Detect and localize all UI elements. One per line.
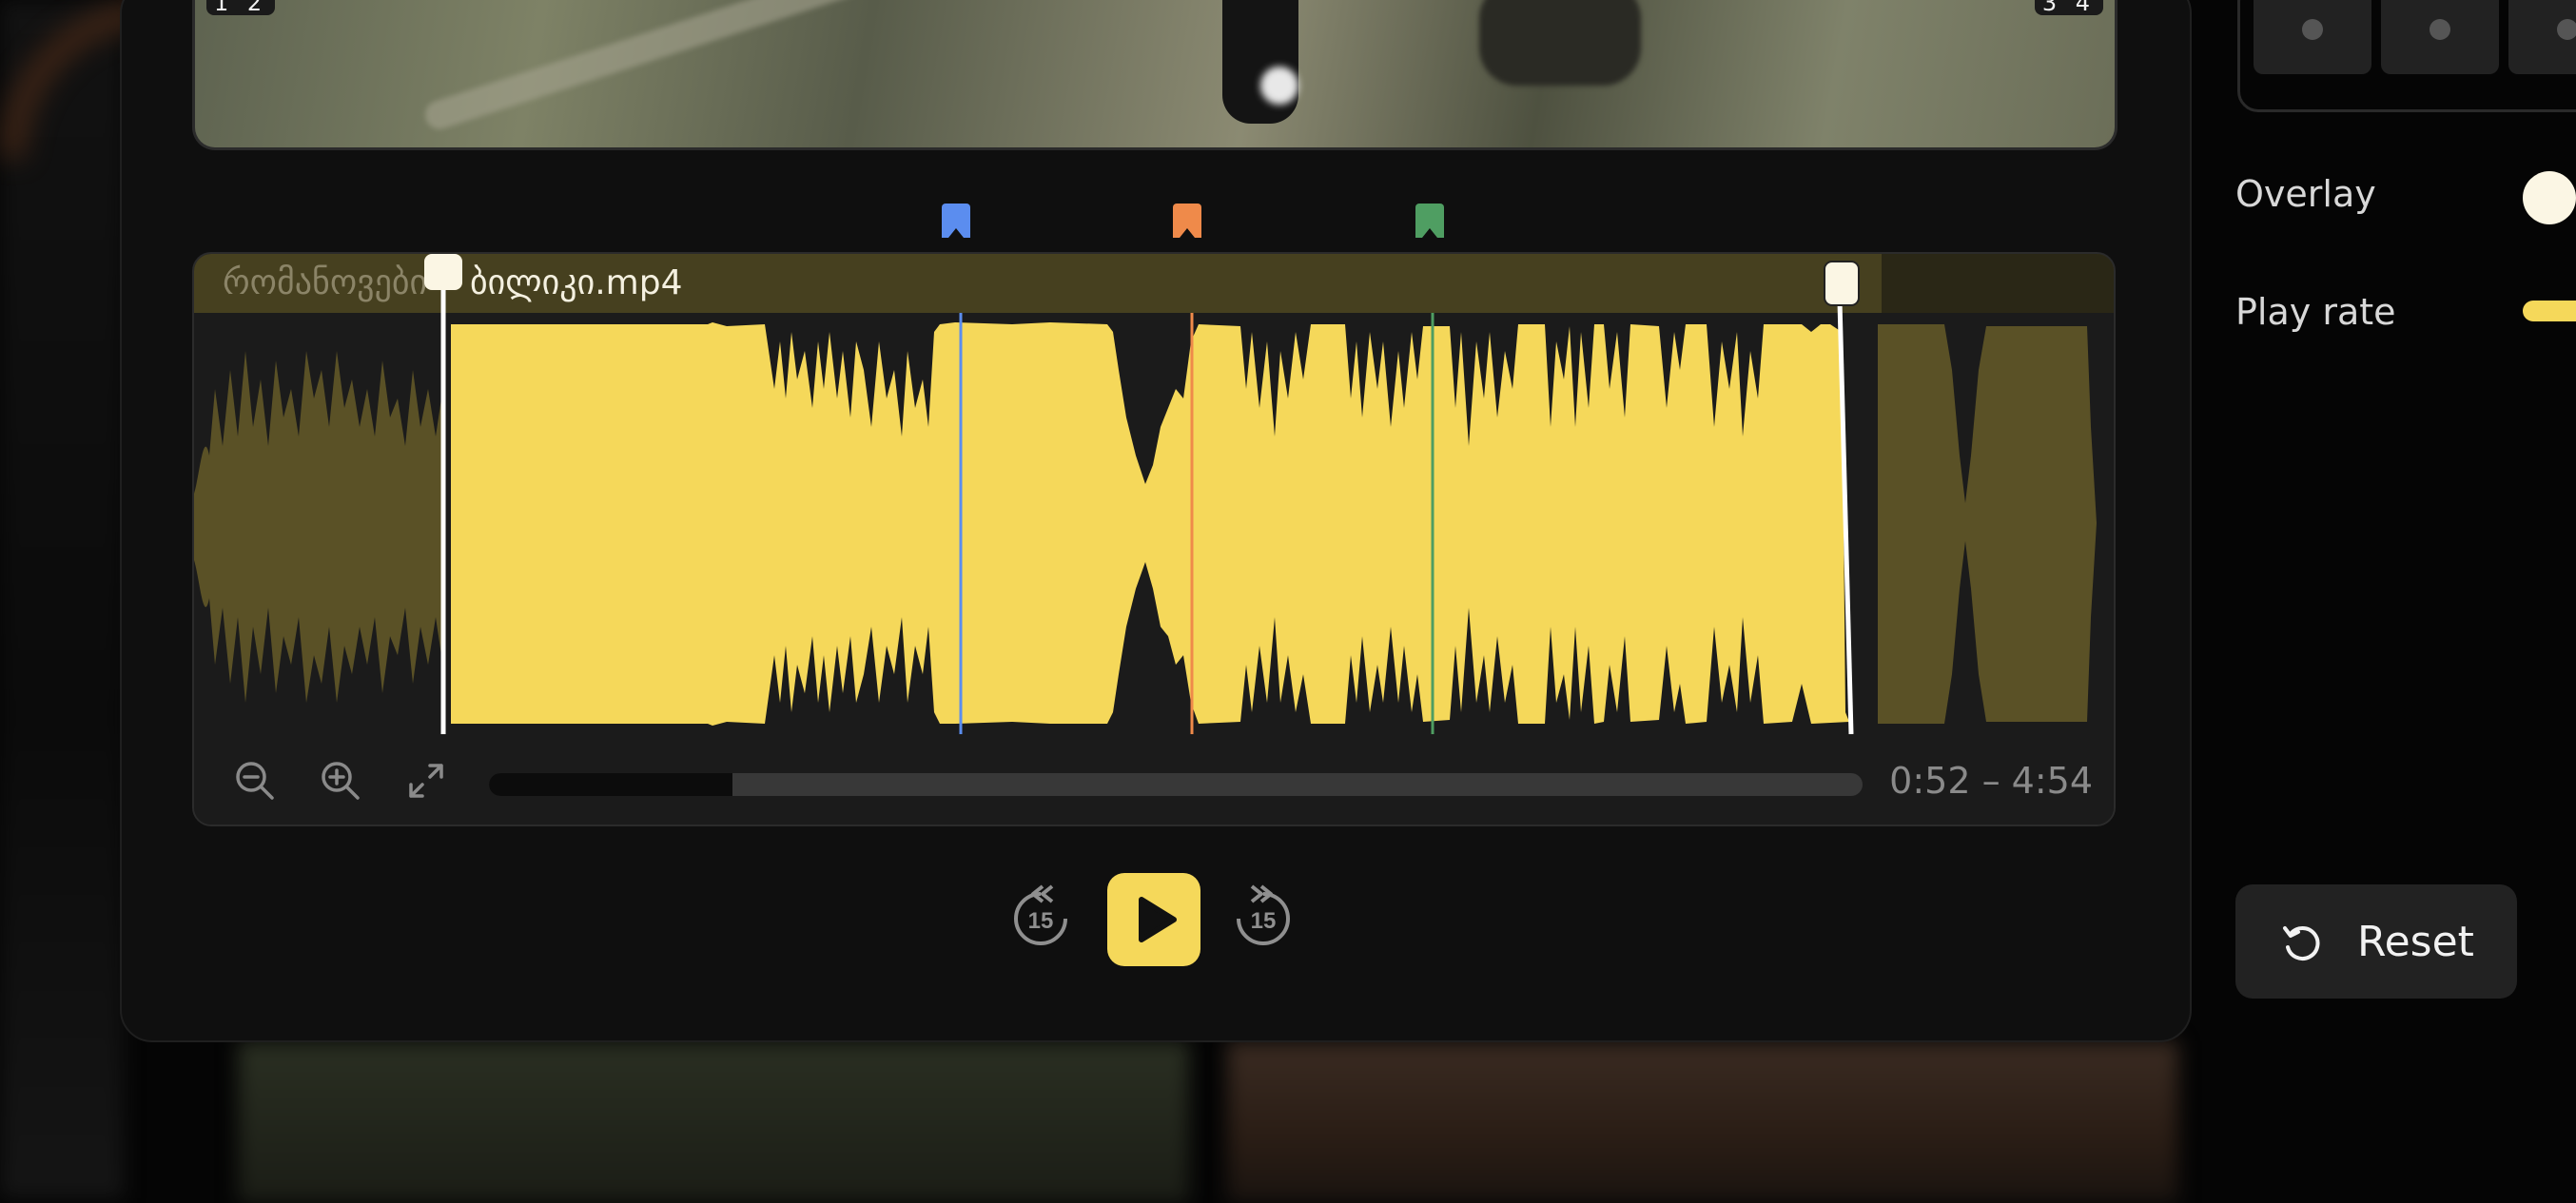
reset-button[interactable]: Reset: [2235, 884, 2517, 999]
play-rate-label: Play rate: [2235, 291, 2396, 333]
video-shoe: [1260, 67, 1298, 105]
reset-icon: [2283, 926, 2320, 960]
overlay-label: Overlay: [2235, 173, 2376, 215]
track-header-dimmed: [1882, 254, 2114, 313]
selection-time-range: 0:52 – 4:54: [1889, 760, 2093, 802]
zoom-in-icon[interactable]: [318, 758, 363, 804]
previous-clip-name: რომანოვები: [223, 263, 428, 302]
video-texture: [421, 0, 901, 133]
video-figure: [1222, 0, 1298, 124]
corner-label-left: 1 2: [206, 0, 276, 15]
orange-marker-icon[interactable]: [1173, 204, 1201, 238]
forward-label: 15: [1251, 908, 1277, 934]
background-left: [0, 0, 124, 1198]
video-boot: [1479, 0, 1641, 86]
layout-options-card: [2237, 0, 2576, 112]
blue-marker-icon[interactable]: [942, 204, 970, 238]
rewind-15-button[interactable]: 15: [1005, 883, 1077, 955]
clip-name: ბილიკი.mp4: [470, 263, 687, 303]
video-preview[interactable]: 1 2 3 4: [192, 0, 2117, 150]
audio-timeline[interactable]: რომანოვები ბილიკი.mp4 0:52 – 4:54: [192, 252, 2116, 826]
play-button[interactable]: [1107, 873, 1200, 966]
play-icon: [1139, 897, 1177, 942]
reset-label: Reset: [2357, 918, 2474, 966]
scrollbar-hidden-region: [489, 773, 732, 796]
layout-option-2[interactable]: [2381, 0, 2499, 74]
timeline-scrollbar[interactable]: [489, 773, 1863, 796]
layout-option-3[interactable]: [2508, 0, 2576, 74]
green-marker-icon[interactable]: [1415, 204, 1444, 238]
trim-start-handle[interactable]: [415, 254, 472, 734]
overlay-toggle[interactable]: [2523, 171, 2576, 224]
timeline-toolbar: 0:52 – 4:54: [194, 737, 2114, 825]
trim-end-handle[interactable]: [1821, 254, 1878, 734]
play-rate-slider[interactable]: [2523, 301, 2576, 321]
expand-icon[interactable]: [403, 758, 449, 804]
background-thumbnail-2: [1227, 1041, 2178, 1203]
background-thumbnail-1: [238, 1041, 1189, 1203]
rewind-label: 15: [1028, 908, 1054, 934]
waveform-right-dimmed: [1878, 324, 2097, 724]
corner-label-right: 3 4: [2034, 0, 2103, 15]
zoom-out-icon[interactable]: [232, 758, 278, 804]
layout-option-1[interactable]: [2254, 0, 2371, 74]
forward-15-button[interactable]: 15: [1227, 883, 1299, 955]
